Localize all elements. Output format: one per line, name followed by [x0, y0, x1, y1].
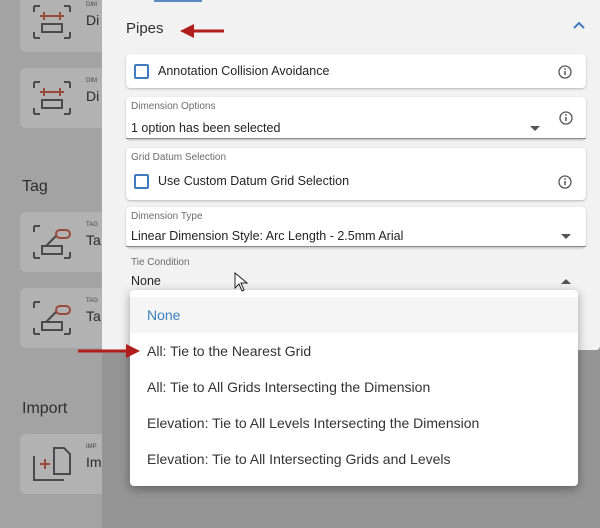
active-tab-indicator	[154, 0, 202, 2]
tie-condition-dropdown: None All: Tie to the Nearest Grid All: T…	[130, 290, 578, 486]
card-title: Ta	[86, 232, 101, 248]
grid-datum-label: Grid Datum Selection	[131, 152, 227, 163]
dimension-icon	[33, 81, 71, 115]
tag-heading: Tag	[22, 178, 48, 195]
chevron-up-icon[interactable]	[572, 18, 586, 32]
field-underline	[126, 246, 586, 247]
collision-avoidance-label: Annotation Collision Avoidance	[158, 64, 330, 78]
card-caption: DIM	[86, 2, 97, 8]
info-icon[interactable]	[558, 65, 572, 79]
section-title: Pipes	[126, 20, 164, 37]
dimension-options-value: 1 option has been selected	[131, 121, 281, 135]
tie-condition-select[interactable]: Tie Condition None	[126, 253, 586, 293]
collision-avoidance-checkbox[interactable]	[134, 64, 149, 79]
info-icon[interactable]	[559, 111, 573, 125]
dropdown-option-all-levels[interactable]: Elevation: Tie to All Levels Intersectin…	[130, 405, 578, 441]
tag-icon	[33, 225, 71, 259]
field-underline	[126, 138, 586, 139]
caret-down-icon	[561, 234, 571, 239]
info-icon[interactable]	[558, 175, 572, 189]
dimension-type-value: Linear Dimension Style: Arc Length - 2.5…	[131, 229, 404, 243]
grid-datum-field: Grid Datum Selection Use Custom Datum Gr…	[126, 148, 586, 200]
dimension-options-label: Dimension Options	[131, 101, 216, 112]
red-arrow-icon	[180, 24, 224, 38]
dropdown-option-nearest-grid[interactable]: All: Tie to the Nearest Grid	[130, 333, 578, 369]
background-sidebar: DIM Di DIM Di Tag TAG Ta TAG Ta Import I…	[0, 0, 120, 528]
dimension-type-select[interactable]: Dimension Type Linear Dimension Style: A…	[126, 207, 586, 247]
mouse-cursor-icon	[234, 272, 248, 292]
custom-datum-grid-label: Use Custom Datum Grid Selection	[158, 174, 350, 188]
dropdown-option-grids-and-levels[interactable]: Elevation: Tie to All Intersecting Grids…	[130, 441, 578, 477]
card-caption: IMP	[86, 444, 97, 450]
dimension-icon	[33, 5, 71, 39]
import-icon	[33, 447, 71, 481]
dimension-type-label: Dimension Type	[131, 211, 203, 222]
collision-avoidance-field: Annotation Collision Avoidance	[126, 54, 586, 88]
card-caption: TAG	[86, 222, 98, 228]
dropdown-option-all-grids[interactable]: All: Tie to All Grids Intersecting the D…	[130, 369, 578, 405]
card-caption: DIM	[86, 78, 97, 84]
import-heading: Import	[22, 400, 68, 417]
tie-condition-label: Tie Condition	[131, 257, 190, 268]
card-title: Di	[86, 12, 100, 28]
card-title: Im	[86, 454, 102, 470]
custom-datum-grid-checkbox[interactable]	[134, 174, 149, 189]
dropdown-option-none[interactable]: None	[130, 297, 578, 333]
card-caption: TAG	[86, 298, 98, 304]
card-title: Ta	[86, 308, 101, 324]
tag-icon	[33, 301, 71, 335]
dimension-options-select[interactable]: Dimension Options 1 option has been sele…	[126, 97, 586, 139]
caret-down-icon	[530, 126, 540, 131]
tie-condition-value: None	[131, 274, 161, 288]
red-arrow-icon	[78, 344, 140, 358]
card-title: Di	[86, 88, 100, 104]
caret-up-icon	[561, 279, 571, 284]
